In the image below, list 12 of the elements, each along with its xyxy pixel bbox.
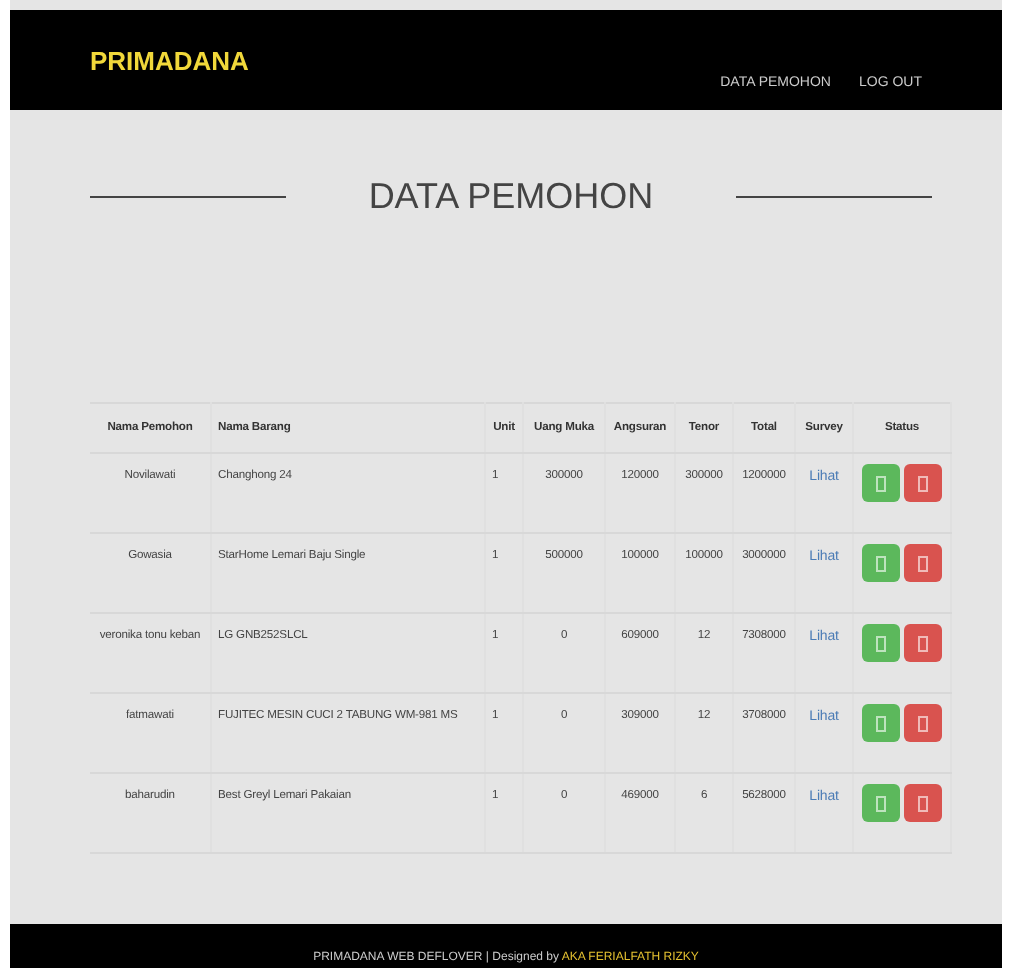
- page-title: DATA PEMOHON: [366, 176, 656, 218]
- reject-button[interactable]: [904, 704, 942, 742]
- reject-button[interactable]: [904, 784, 942, 822]
- approve-button[interactable]: [862, 544, 900, 582]
- brand-logo[interactable]: PRIMADANA: [90, 46, 249, 110]
- reject-button[interactable]: [904, 464, 942, 502]
- approve-button[interactable]: [862, 624, 900, 662]
- reject-button[interactable]: [904, 624, 942, 662]
- reject-button[interactable]: [904, 544, 942, 582]
- approve-button[interactable]: [862, 784, 900, 822]
- approve-button[interactable]: [862, 704, 900, 742]
- approve-button[interactable]: [862, 464, 900, 502]
